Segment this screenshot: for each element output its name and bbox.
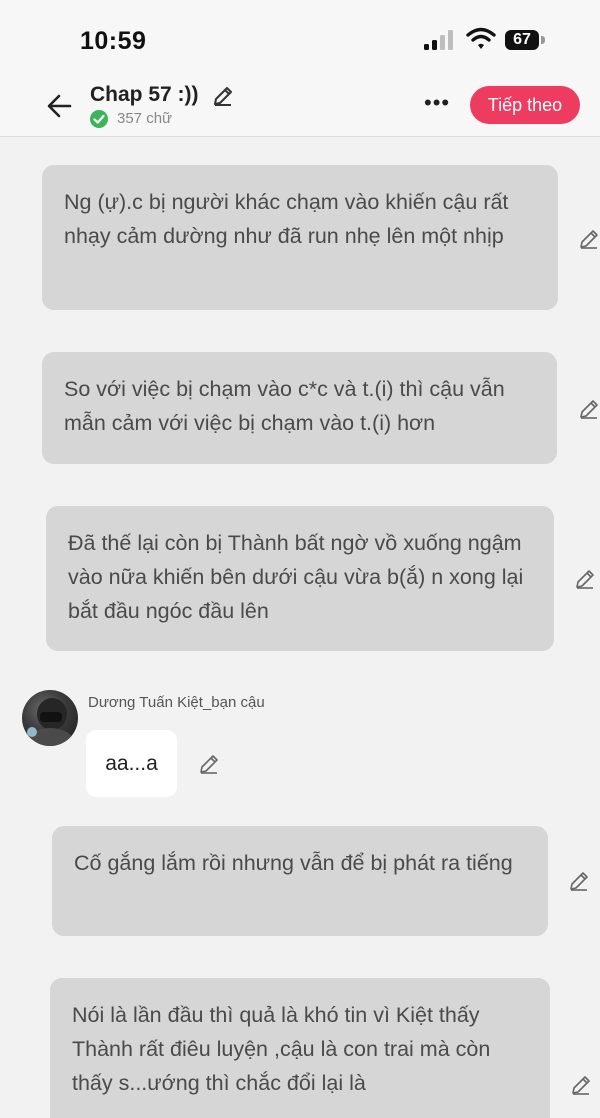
check-icon — [90, 110, 108, 128]
battery-cap — [541, 36, 545, 44]
edit-pencil-icon[interactable] — [578, 398, 600, 420]
narration-text: Nói là lần đầu thì quả là khó tin vì Kiệ… — [72, 1003, 491, 1095]
wifi-icon — [466, 27, 496, 49]
word-count: 357 chữ — [117, 110, 173, 127]
edit-pencil-icon[interactable] — [568, 870, 590, 892]
edit-pencil-icon[interactable] — [570, 1074, 592, 1096]
narration-bubble[interactable]: So với việc bị chạm vào c*c và t.(i) thì… — [42, 352, 557, 464]
narration-text: Cố gắng lắm rồi nhưng vẫn để bị phát ra … — [74, 851, 513, 875]
status-time: 10:59 — [80, 27, 147, 55]
back-arrow-icon[interactable] — [44, 90, 76, 122]
narration-text: Ng (ự).c bị người khác chạm vào khiến cậ… — [64, 190, 509, 248]
status-bar: 10:59 67 — [0, 0, 600, 80]
edit-title-pencil-icon[interactable] — [212, 85, 234, 107]
battery-indicator: 67 — [505, 30, 539, 50]
edit-pencil-icon[interactable] — [574, 568, 596, 590]
avatar[interactable] — [22, 690, 78, 746]
narration-bubble[interactable]: Cố gắng lắm rồi nhưng vẫn để bị phát ra … — [52, 826, 548, 936]
next-button[interactable]: Tiếp theo — [470, 86, 580, 124]
dialogue-text: aa...a — [105, 752, 158, 775]
chapter-title[interactable]: Chap 57 :)) — [90, 83, 199, 107]
narration-text: So với việc bị chạm vào c*c và t.(i) thì… — [64, 377, 505, 435]
chapter-header: Chap 57 :)) 357 chữ ••• Tiếp theo — [0, 80, 600, 137]
signal-icon — [424, 30, 453, 50]
edit-pencil-icon[interactable] — [578, 228, 600, 250]
edit-pencil-icon[interactable] — [198, 753, 220, 775]
more-options-button[interactable]: ••• — [424, 92, 460, 119]
narration-bubble[interactable]: Ng (ự).c bị người khác chạm vào khiến cậ… — [42, 165, 558, 310]
narration-text: Đã thế lại còn bị Thành bất ngờ vồ xuống… — [68, 531, 524, 623]
narration-bubble[interactable]: Nói là lần đầu thì quả là khó tin vì Kiệ… — [50, 978, 550, 1118]
character-name: Dương Tuấn Kiệt_bạn cậu — [88, 694, 265, 711]
narration-bubble[interactable]: Đã thế lại còn bị Thành bất ngờ vồ xuống… — [46, 506, 554, 651]
dialogue-bubble[interactable]: aa...a — [86, 730, 177, 797]
